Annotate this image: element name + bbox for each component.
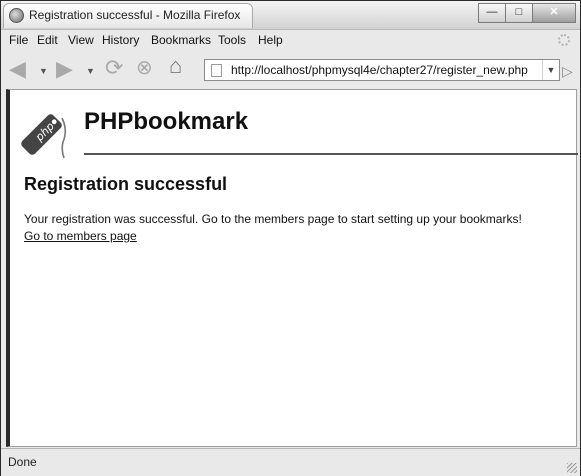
menu-edit[interactable]: Edit	[37, 33, 58, 47]
throbber-icon	[558, 34, 570, 46]
url-dropdown-button[interactable]: ▼	[542, 60, 559, 80]
menu-bar: File Edit View History Bookmarks Tools H…	[1, 30, 580, 50]
title-bar: Registration successful - Mozilla Firefo…	[1, 1, 580, 30]
menu-file[interactable]: File	[9, 33, 28, 47]
members-page-link[interactable]: Go to members page	[24, 229, 137, 243]
browser-window: Registration successful - Mozilla Firefo…	[0, 0, 581, 476]
window-title: Registration successful - Mozilla Firefo…	[29, 8, 241, 22]
title-tab: Registration successful - Mozilla Firefo…	[3, 3, 253, 28]
forward-history-dropdown[interactable]: ▼	[86, 66, 95, 76]
go-arrow-icon[interactable]: ▷	[562, 63, 573, 80]
site-title: PHPbookmark	[84, 108, 249, 135]
status-bar: Done	[1, 448, 580, 476]
url-text[interactable]: http://localhost/phpmysql4e/chapter27/re…	[231, 63, 528, 77]
menu-bookmarks[interactable]: Bookmarks	[151, 33, 211, 47]
window-controls: — □ ✕	[478, 3, 576, 23]
menu-tools[interactable]: Tools	[218, 33, 246, 47]
page-icon	[211, 64, 222, 77]
menu-help[interactable]: Help	[258, 33, 283, 47]
minimize-button[interactable]: —	[478, 3, 506, 23]
menu-history[interactable]: History	[102, 33, 139, 47]
back-history-dropdown[interactable]: ▼	[39, 66, 48, 76]
page-content: php PHPbookmark Registration successful …	[6, 89, 578, 447]
stop-icon[interactable]: ⊗	[136, 57, 153, 79]
address-bar[interactable]: http://localhost/phpmysql4e/chapter27/re…	[204, 59, 560, 81]
navigation-toolbar: ◀ ▼ ▶ ▼ ⟳ ⊗ ⌂ http://localhost/phpmysql4…	[1, 51, 580, 87]
back-arrow-icon[interactable]: ◀	[9, 58, 26, 80]
resize-grip[interactable]	[567, 463, 577, 473]
menu-view[interactable]: View	[68, 33, 94, 47]
maximize-button[interactable]: □	[505, 3, 533, 23]
success-message: Your registration was successful. Go to …	[24, 212, 522, 226]
status-text: Done	[8, 455, 37, 469]
forward-arrow-icon[interactable]: ▶	[56, 58, 73, 80]
firefox-icon	[9, 8, 24, 23]
reload-icon[interactable]: ⟳	[105, 57, 123, 79]
page-heading: Registration successful	[24, 174, 228, 194]
title-divider	[84, 153, 578, 155]
home-icon[interactable]: ⌂	[169, 55, 182, 77]
php-tag-icon: php	[21, 114, 67, 159]
close-button[interactable]: ✕	[532, 3, 576, 23]
